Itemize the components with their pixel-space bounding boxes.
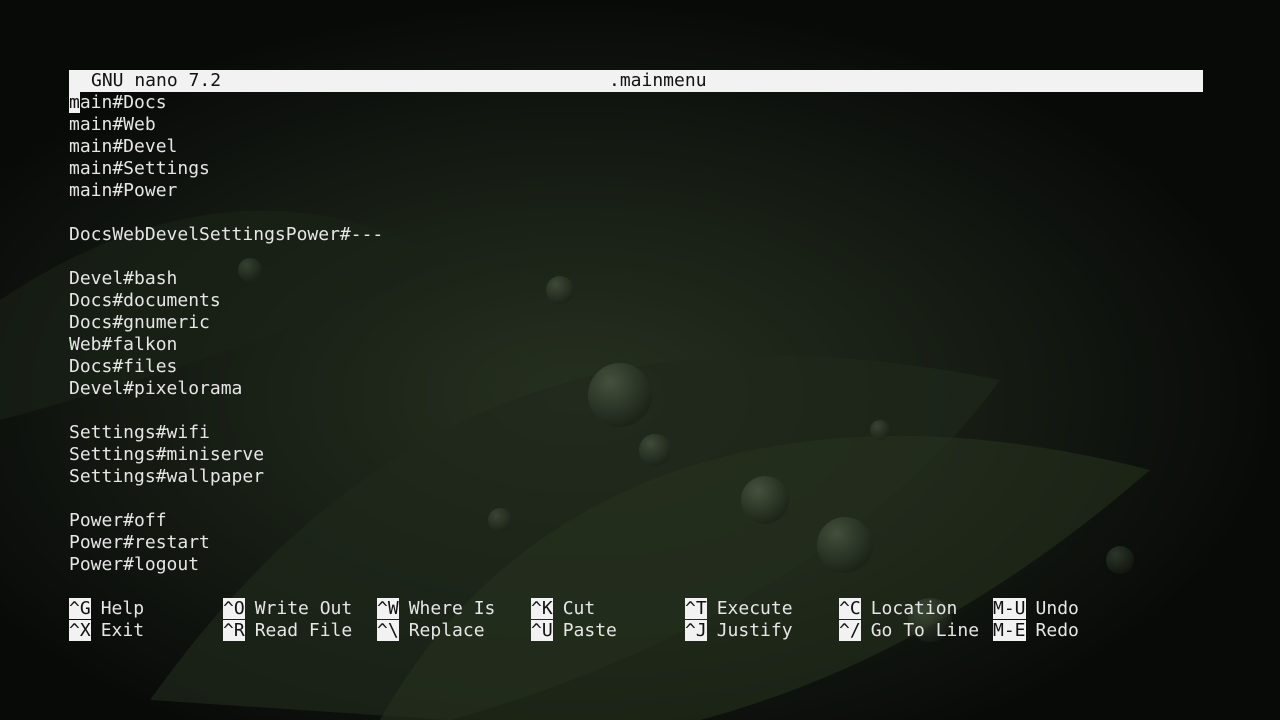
buffer-line[interactable]: [69, 400, 1203, 422]
buffer-line[interactable]: main#Settings: [69, 158, 1203, 180]
buffer-line[interactable]: Devel#pixelorama: [69, 378, 1203, 400]
shortcut-key: M-E: [993, 620, 1026, 641]
buffer-line[interactable]: Power#off: [69, 510, 1203, 532]
shortcut-key: ^G: [69, 598, 91, 619]
shortcut-label: Redo: [1035, 620, 1079, 641]
shortcut-execute[interactable]: ^T Execute: [685, 598, 793, 620]
buffer-line[interactable]: Settings#miniserve: [69, 444, 1203, 466]
buffer-line[interactable]: Docs#documents: [69, 290, 1203, 312]
shortcut-location[interactable]: ^C Location: [839, 598, 957, 620]
shortcut-redo[interactable]: M-E Redo: [993, 620, 1079, 642]
shortcut-paste[interactable]: ^U Paste: [531, 620, 617, 642]
text-buffer[interactable]: main#Docs main#Web main#Devel main#Setti…: [69, 92, 1203, 576]
shortcut-key: ^J: [685, 620, 707, 641]
file-name: .mainmenu: [609, 70, 707, 91]
buffer-line[interactable]: [69, 202, 1203, 224]
buffer-line[interactable]: Settings#wallpaper: [69, 466, 1203, 488]
shortcut-write-out[interactable]: ^O Write Out: [223, 598, 352, 620]
shortcut-label: Go To Line: [870, 620, 980, 641]
program-version: GNU nano 7.2: [91, 70, 222, 91]
buffer-line[interactable]: main#Web: [69, 114, 1203, 136]
buffer-line[interactable]: main#Power: [69, 180, 1203, 202]
shortcut-cut[interactable]: ^K Cut: [531, 598, 595, 620]
shortcut-key: ^W: [377, 598, 399, 619]
shortcut-label: Replace: [408, 620, 485, 641]
shortcut-go-to-line[interactable]: ^/ Go To Line: [839, 620, 979, 642]
buffer-line[interactable]: Settings#wifi: [69, 422, 1203, 444]
buffer-line[interactable]: Web#falkon: [69, 334, 1203, 356]
shortcut-label: Read File: [254, 620, 353, 641]
buffer-line[interactable]: [69, 246, 1203, 268]
shortcut-read-file[interactable]: ^R Read File: [223, 620, 352, 642]
shortcut-key: ^T: [685, 598, 707, 619]
buffer-line[interactable]: Power#logout: [69, 554, 1203, 576]
buffer-line[interactable]: Power#restart: [69, 532, 1203, 554]
shortcut-key: ^/: [839, 620, 861, 641]
shortcut-key: ^X: [69, 620, 91, 641]
shortcut-help[interactable]: ^G Help: [69, 598, 144, 620]
buffer-line[interactable]: Docs#files: [69, 356, 1203, 378]
shortcut-label: Cut: [562, 598, 596, 619]
shortcut-label: Justify: [716, 620, 793, 641]
shortcut-key: M-U: [993, 598, 1026, 619]
buffer-line[interactable]: Devel#bash: [69, 268, 1203, 290]
buffer-line[interactable]: DocsWebDevelSettingsPower#---: [69, 224, 1203, 246]
shortcut-label: Where Is: [408, 598, 496, 619]
shortcut-bar: ^G Help ^X Exit ^O Write Out ^R Read File ^W…: [69, 598, 1203, 642]
shortcut-replace[interactable]: ^\ Replace: [377, 620, 485, 642]
shortcut-exit[interactable]: ^X Exit: [69, 620, 144, 642]
shortcut-key: ^U: [531, 620, 553, 641]
buffer-line[interactable]: Docs#gnumeric: [69, 312, 1203, 334]
buffer-line[interactable]: [69, 488, 1203, 510]
shortcut-key: ^\: [377, 620, 399, 641]
shortcut-label: Exit: [100, 620, 145, 641]
shortcut-label: Paste: [562, 620, 617, 641]
buffer-line-1[interactable]: main#Docs: [69, 92, 1203, 114]
nano-title-bar: GNU nano 7.2 .mainmenu: [69, 70, 1203, 92]
shortcut-label: Write Out: [254, 598, 353, 619]
text-cursor: m: [69, 92, 80, 113]
shortcut-key: ^O: [223, 598, 245, 619]
shortcut-justify[interactable]: ^J Justify: [685, 620, 793, 642]
buffer-line[interactable]: main#Devel: [69, 136, 1203, 158]
shortcut-label: Help: [100, 598, 145, 619]
shortcut-label: Location: [870, 598, 958, 619]
shortcut-label: Execute: [716, 598, 793, 619]
shortcut-key: ^K: [531, 598, 553, 619]
shortcut-key: ^R: [223, 620, 245, 641]
buffer-line-1-text: ain#Docs: [79, 92, 167, 113]
shortcut-where-is[interactable]: ^W Where Is: [377, 598, 495, 620]
shortcut-undo[interactable]: M-U Undo: [993, 598, 1079, 620]
shortcut-label: Undo: [1035, 598, 1079, 619]
shortcut-key: ^C: [839, 598, 861, 619]
